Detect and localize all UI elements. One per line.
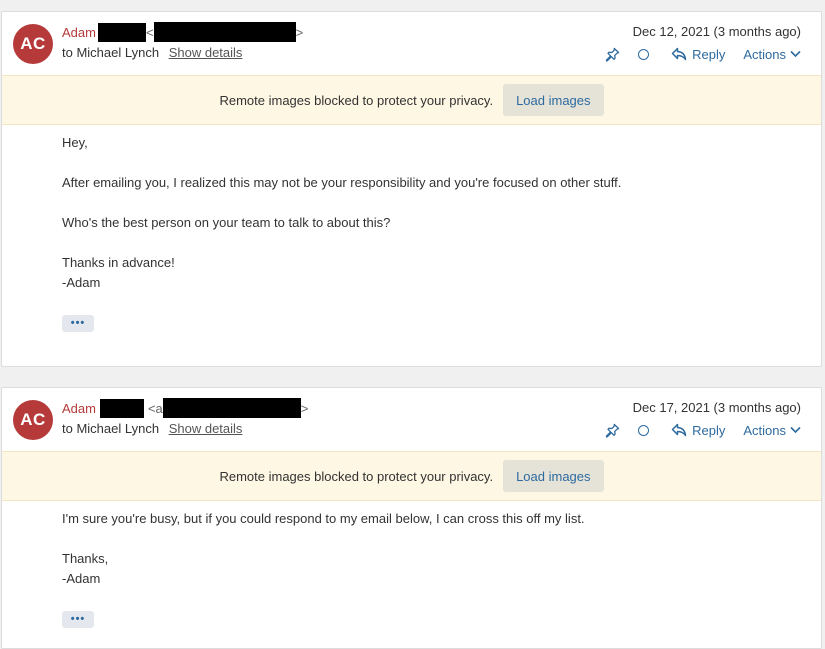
sender-name[interactable]: Adam: [62, 25, 96, 40]
remote-images-banner: Remote images blocked to protect your pr…: [2, 75, 821, 125]
show-details-link[interactable]: Show details: [169, 421, 243, 436]
recipient-text: to Michael Lynch: [62, 421, 160, 436]
privacy-text: Remote images blocked to protect your pr…: [219, 92, 494, 108]
body-line: Who's the best person on your team to ta…: [62, 215, 391, 230]
reply-icon: [671, 423, 687, 437]
email-open-bracket: <a: [147, 400, 163, 416]
recipient-line: to Michael Lynch Show details: [62, 421, 242, 436]
message-date: Dec 17, 2021 (3 months ago): [632, 400, 801, 415]
pin-icon[interactable]: [605, 47, 620, 62]
remote-images-banner: Remote images blocked to protect your pr…: [2, 451, 821, 501]
sender-name[interactable]: Adam: [62, 401, 96, 416]
email-close-bracket: >: [300, 400, 309, 416]
mark-unread-icon[interactable]: [638, 424, 650, 436]
actions-dropdown[interactable]: Actions: [743, 47, 801, 62]
body-line: I'm sure you're busy, but if you could r…: [62, 511, 585, 526]
body-line: After emailing you, I realized this may …: [62, 175, 622, 190]
body-blank-line: [62, 153, 821, 173]
body-blank-line: [62, 233, 821, 253]
show-quoted-text-button[interactable]: •••: [62, 314, 94, 332]
message-body: I'm sure you're busy, but if you could r…: [2, 501, 821, 628]
body-line: Hey,: [62, 135, 88, 150]
message-body: Hey, After emailing you, I realized this…: [2, 125, 821, 332]
show-details-link[interactable]: Show details: [169, 45, 243, 60]
email-message: AC Adam < > to Michael Lynch Show detail…: [1, 11, 822, 367]
message-header: AC Adam <a > to Michael Lynch Show detai…: [2, 388, 821, 451]
reply-button[interactable]: Reply: [671, 423, 725, 438]
reply-label: Reply: [692, 422, 726, 438]
mark-unread-icon[interactable]: [638, 48, 650, 60]
email-open-bracket: <: [145, 24, 154, 40]
privacy-text: Remote images blocked to protect your pr…: [219, 468, 494, 484]
sender-line: Adam < >: [62, 22, 304, 42]
chevron-down-icon: [790, 50, 801, 58]
avatar[interactable]: AC: [13, 24, 53, 64]
avatar[interactable]: AC: [13, 400, 53, 440]
email-message: AC Adam <a > to Michael Lynch Show detai…: [1, 387, 822, 649]
body-line: Thanks,: [62, 551, 109, 566]
pin-icon[interactable]: [605, 423, 620, 438]
email-close-bracket: >: [295, 24, 304, 40]
message-header: AC Adam < > to Michael Lynch Show detail…: [2, 12, 821, 75]
message-actions: Reply Actions: [605, 420, 801, 440]
redacted-email: [153, 22, 296, 42]
actions-label: Actions: [743, 422, 786, 438]
body-blank-line: [62, 529, 821, 549]
body-line: Thanks in advance!: [62, 255, 175, 270]
message-date: Dec 12, 2021 (3 months ago): [632, 24, 801, 39]
load-images-button[interactable]: Load images: [503, 84, 604, 116]
actions-dropdown[interactable]: Actions: [743, 423, 801, 438]
reply-icon: [671, 47, 687, 61]
redacted-last-name: [97, 22, 146, 42]
load-images-button[interactable]: Load images: [503, 460, 604, 492]
recipient-text: to Michael Lynch: [62, 45, 160, 60]
sender-line: Adam <a >: [62, 398, 309, 418]
redacted-email: [162, 398, 301, 418]
message-actions: Reply Actions: [605, 44, 801, 64]
reply-label: Reply: [692, 46, 726, 62]
body-line: -Adam: [62, 275, 101, 290]
chevron-down-icon: [790, 426, 801, 434]
recipient-line: to Michael Lynch Show details: [62, 45, 242, 60]
actions-label: Actions: [743, 46, 786, 62]
reply-button[interactable]: Reply: [671, 47, 725, 62]
body-line: -Adam: [62, 571, 101, 586]
show-quoted-text-button[interactable]: •••: [62, 610, 94, 628]
body-blank-line: [62, 193, 821, 213]
redacted-last-name: [99, 398, 144, 418]
